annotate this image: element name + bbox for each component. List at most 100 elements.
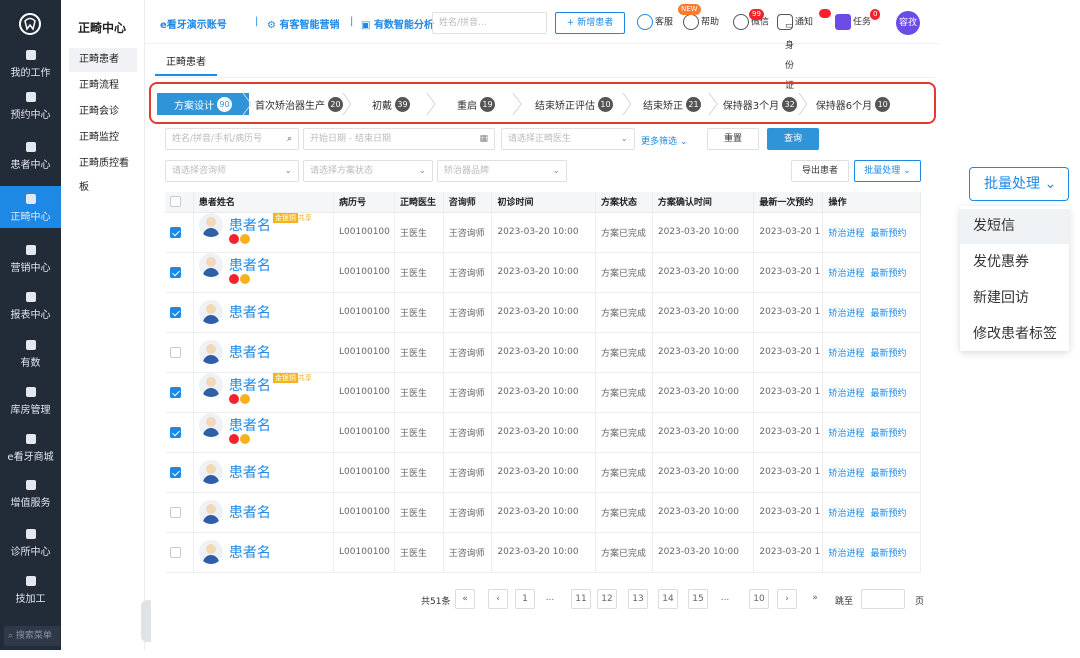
latest-appointment-link[interactable]: 最新预约 (870, 309, 906, 319)
submenu-item[interactable]: 正畸会诊 (69, 100, 137, 124)
patient-name-link[interactable]: 患者名 (229, 505, 271, 521)
reset-button[interactable]: 重置 (707, 128, 759, 150)
stage-step[interactable]: 保持器6个月 10 (805, 93, 901, 115)
submenu-item[interactable]: 正畸监控 (69, 126, 137, 150)
row-checkbox[interactable] (170, 426, 181, 438)
stage-step[interactable]: 重启 19 (433, 93, 522, 115)
plan-status-select[interactable]: 请选择方案状态 ⌄ (303, 160, 433, 182)
page-number-button[interactable]: 1 (515, 589, 535, 609)
table-row[interactable]: 患者名 L00100100 王医生 王咨询师 2023-03-20 10:00 方案已完成… (165, 412, 921, 453)
treatment-progress-link[interactable]: 矫治进程 (828, 269, 864, 279)
table-row[interactable]: 患者名 L00100100 王医生 王咨询师 2023-03-20 10:00 方案已完成… (165, 292, 921, 333)
stage-step[interactable]: 方案设计 90 (157, 93, 252, 115)
treatment-progress-link[interactable]: 矫治进程 (828, 349, 864, 359)
page-number-button[interactable]: 10 (749, 589, 769, 609)
latest-appointment-link[interactable]: 最新预约 (870, 429, 906, 439)
sidebar-item-2[interactable]: 预约中心 (0, 84, 61, 126)
patient-search-input[interactable]: 姓名/拼音/手机/病历号 ⌕ (165, 128, 299, 150)
sidebar-item-8[interactable]: 库房管理 (0, 379, 61, 421)
next-page-button[interactable]: › (777, 589, 797, 609)
account-name[interactable]: e看牙演示账号 (160, 16, 227, 31)
patient-name-link[interactable]: 患者名 (229, 418, 271, 434)
submenu-item[interactable]: 正畸质控看板 (69, 152, 137, 193)
latest-appointment-link[interactable]: 最新预约 (870, 349, 906, 359)
page-number-button[interactable]: 12 (597, 589, 617, 609)
table-row[interactable]: 患者名 L00100100 王医生 王咨询师 2023-03-20 10:00 方案已完成… (165, 332, 921, 373)
prev-page-button[interactable]: ‹ (488, 589, 508, 609)
treatment-progress-link[interactable]: 矫治进程 (828, 429, 864, 439)
select-all-checkbox[interactable] (170, 196, 181, 208)
page-number-button[interactable]: 11 (571, 589, 591, 609)
sidebar-item-10[interactable]: 增值服务 (0, 472, 61, 514)
batch-menu-item[interactable]: 修改患者标签 (960, 317, 1069, 352)
table-row[interactable]: 患者名 L00100100 王医生 王咨询师 2023-03-20 10:00 方案已完成… (165, 492, 921, 533)
treatment-progress-link[interactable]: 矫治进程 (828, 469, 864, 479)
stage-step[interactable]: 保持器3个月 32 (715, 93, 808, 115)
patient-name-link[interactable]: 患者名 (229, 378, 271, 394)
patient-name-link[interactable]: 患者名 (229, 218, 271, 234)
sidebar-item-3[interactable]: 患者中心 (0, 134, 61, 176)
table-row[interactable]: 患者名 金银铜 共享 L00100100 王医生 王咨询师 2023-03-20 10:00… (165, 372, 921, 413)
patient-name-link[interactable]: 患者名 (229, 545, 271, 561)
patient-name-link[interactable]: 患者名 (229, 345, 271, 361)
sidebar-item-5[interactable]: 营销中心 (0, 237, 61, 279)
batch-menu-item[interactable]: 发优惠券 (960, 245, 1069, 280)
brand-select[interactable]: 矫治器品牌 ⌄ (437, 160, 567, 182)
table-row[interactable]: 患者名 L00100100 王医生 王咨询师 2023-03-20 10:00 方案已完成… (165, 452, 921, 493)
row-checkbox[interactable] (170, 386, 181, 398)
latest-appointment-link[interactable]: 最新预约 (870, 269, 906, 279)
submenu-item[interactable]: 正畸患者 (69, 48, 137, 72)
smart-analytics-link[interactable]: ▣ 有数智能分析 (361, 16, 434, 31)
tab-orthodontic-patients[interactable]: 正畸患者 (155, 54, 217, 76)
latest-appointment-link[interactable]: 最新预约 (870, 469, 906, 479)
help-button[interactable]: 帮助 (683, 14, 719, 30)
row-checkbox[interactable] (170, 306, 181, 318)
treatment-progress-link[interactable]: 矫治进程 (828, 309, 864, 319)
menu-search-input[interactable]: ⌕ 搜索菜单 (4, 626, 60, 646)
batch-process-button[interactable]: 批量处理 ⌄ (854, 160, 921, 182)
patient-name-link[interactable]: 患者名 (229, 305, 271, 321)
task-button[interactable]: 任务 (835, 14, 871, 30)
smart-marketing-link[interactable]: ⚙ 有客智能营销 (267, 16, 339, 31)
latest-appointment-link[interactable]: 最新预约 (870, 549, 906, 559)
last-page-button[interactable]: » (805, 589, 825, 609)
first-page-button[interactable]: « (455, 589, 475, 609)
query-button[interactable]: 查询 (767, 128, 819, 150)
tooth-logo-icon[interactable] (15, 11, 45, 37)
date-range-input[interactable]: 开始日期 - 结束日期 ▦ (303, 128, 495, 150)
add-patient-button[interactable]: + 新增患者 (555, 12, 625, 34)
treatment-progress-link[interactable]: 矫治进程 (828, 389, 864, 399)
consultant-select[interactable]: 请选择咨询师 ⌄ (165, 160, 299, 182)
sidebar-item-1[interactable]: 我的工作 (0, 42, 61, 84)
sidebar-item-7[interactable]: 有数 (0, 332, 61, 374)
goto-page-input[interactable] (861, 589, 905, 609)
row-checkbox[interactable] (170, 546, 181, 558)
stage-step[interactable]: 结束矫正评估 10 (519, 93, 632, 115)
sidebar-item-6[interactable]: 报表中心 (0, 284, 61, 326)
stage-step[interactable]: 初戴 39 (349, 93, 436, 115)
notify-button[interactable]: 通知 (777, 14, 813, 30)
latest-appointment-link[interactable]: 最新预约 (870, 229, 906, 239)
treatment-progress-link[interactable]: 矫治进程 (828, 509, 864, 519)
row-checkbox[interactable] (170, 266, 181, 278)
patient-name-link[interactable]: 患者名 (229, 258, 271, 274)
page-number-button[interactable]: 14 (658, 589, 678, 609)
stage-step[interactable]: 首次矫治器生产 20 (249, 93, 352, 115)
submenu-item[interactable]: 正畸流程 (69, 74, 137, 98)
doctor-select[interactable]: 请选择正畸医生 ⌄ (501, 128, 635, 150)
treatment-progress-link[interactable]: 矫治进程 (828, 549, 864, 559)
sidebar-item-11[interactable]: 诊所中心 (0, 521, 61, 563)
table-row[interactable]: 患者名 金银铜 共享 L00100100 王医生 王咨询师 2023-03-20 10:00… (165, 212, 921, 253)
row-checkbox[interactable] (170, 466, 181, 478)
table-row[interactable]: 患者名 L00100100 王医生 王咨询师 2023-03-20 10:00 方案已完成… (165, 532, 921, 573)
service-button[interactable]: 客服 (637, 14, 673, 30)
stage-step[interactable]: 结束矫正 21 (629, 93, 718, 115)
sidebar-item-9[interactable]: e看牙商城 (0, 426, 61, 468)
sidebar-item-4[interactable]: 正畸中心 (0, 186, 61, 228)
batch-menu-item[interactable]: 发短信 (960, 209, 1069, 244)
latest-appointment-link[interactable]: 最新预约 (870, 389, 906, 399)
user-avatar[interactable]: 容孜 (896, 11, 920, 35)
page-number-button[interactable]: 13 (628, 589, 648, 609)
batch-process-dropdown[interactable]: 批量处理 ⌄ (969, 167, 1069, 201)
row-checkbox[interactable] (170, 226, 181, 238)
